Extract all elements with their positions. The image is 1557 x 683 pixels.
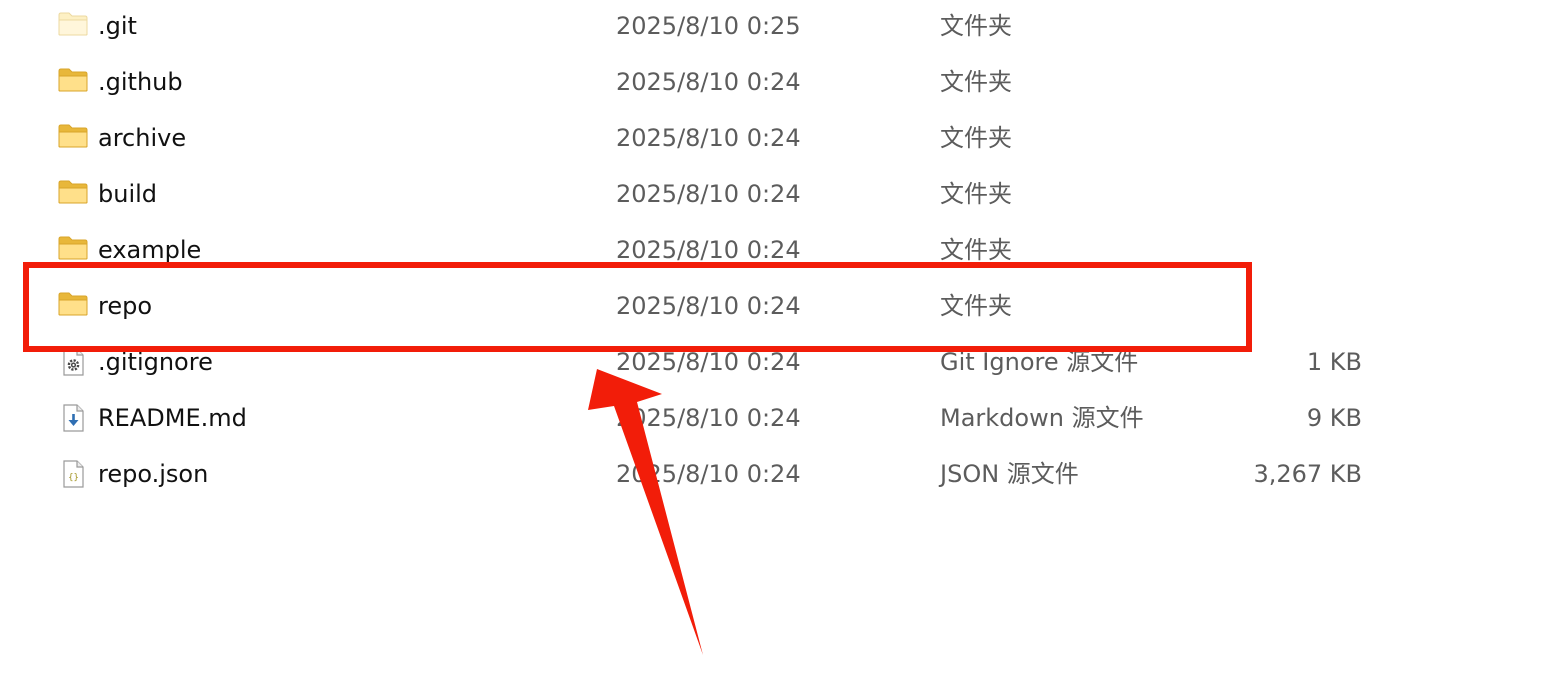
file-date: 2025/8/10 0:24 xyxy=(616,292,801,320)
file-list: .git 2025/8/10 0:25 文件夹 .github 2025/8/1… xyxy=(0,0,1557,530)
file-name: README.md xyxy=(98,404,247,432)
file-name: .github xyxy=(98,68,183,96)
file-size: 3,267 KB xyxy=(1253,460,1362,488)
download-file-icon xyxy=(58,403,90,433)
file-row-git[interactable]: .git 2025/8/10 0:25 文件夹 xyxy=(0,0,1557,56)
file-type: JSON 源文件 xyxy=(940,460,1079,488)
file-name: repo.json xyxy=(98,460,209,488)
folder-icon xyxy=(58,179,90,209)
file-row-github[interactable]: .github 2025/8/10 0:24 文件夹 xyxy=(0,56,1557,112)
file-row-gitignore[interactable]: .gitignore 2025/8/10 0:24 Git Ignore 源文件… xyxy=(0,336,1557,392)
file-type: 文件夹 xyxy=(940,12,1012,40)
file-row-example[interactable]: example 2025/8/10 0:24 文件夹 xyxy=(0,224,1557,280)
gear-file-icon xyxy=(58,347,90,377)
file-type: 文件夹 xyxy=(940,180,1012,208)
folder-icon xyxy=(58,123,90,153)
file-date: 2025/8/10 0:24 xyxy=(616,124,801,152)
file-name: .gitignore xyxy=(98,348,213,376)
svg-text:{}: {} xyxy=(68,473,79,483)
file-name: repo xyxy=(98,292,153,320)
folder-icon xyxy=(58,291,90,321)
json-file-icon: {} xyxy=(58,459,90,489)
folder-icon xyxy=(58,235,90,265)
file-size: 1 KB xyxy=(1306,348,1362,376)
file-date: 2025/8/10 0:24 xyxy=(616,180,801,208)
file-row-build[interactable]: build 2025/8/10 0:24 文件夹 xyxy=(0,168,1557,224)
file-type: 文件夹 xyxy=(940,236,1012,264)
file-date: 2025/8/10 0:24 xyxy=(616,68,801,96)
file-date: 2025/8/10 0:24 xyxy=(616,236,801,264)
folder-icon xyxy=(58,11,90,41)
file-type: 文件夹 xyxy=(940,124,1012,152)
file-date: 2025/8/10 0:24 xyxy=(616,460,801,488)
folder-icon xyxy=(58,67,90,97)
file-name: example xyxy=(98,236,202,264)
file-row-repo-json[interactable]: {} repo.json 2025/8/10 0:24 JSON 源文件 3,2… xyxy=(0,448,1557,504)
file-date: 2025/8/10 0:24 xyxy=(616,348,801,376)
file-type: 文件夹 xyxy=(940,68,1012,96)
file-row-readme[interactable]: README.md 2025/8/10 0:24 Markdown 源文件 9 … xyxy=(0,392,1557,448)
file-date: 2025/8/10 0:24 xyxy=(616,404,801,432)
file-name: archive xyxy=(98,124,187,152)
file-type: 文件夹 xyxy=(940,292,1012,320)
file-type: Git Ignore 源文件 xyxy=(940,348,1139,376)
file-type: Markdown 源文件 xyxy=(940,404,1144,432)
file-name: .git xyxy=(98,12,137,40)
file-name: build xyxy=(98,180,158,208)
file-explorer: .git 2025/8/10 0:25 文件夹 .github 2025/8/1… xyxy=(0,0,1557,683)
file-row-archive[interactable]: archive 2025/8/10 0:24 文件夹 xyxy=(0,112,1557,168)
file-size: 9 KB xyxy=(1306,404,1362,432)
file-row-repo[interactable]: repo 2025/8/10 0:24 文件夹 xyxy=(0,280,1557,336)
file-date: 2025/8/10 0:25 xyxy=(616,12,801,40)
